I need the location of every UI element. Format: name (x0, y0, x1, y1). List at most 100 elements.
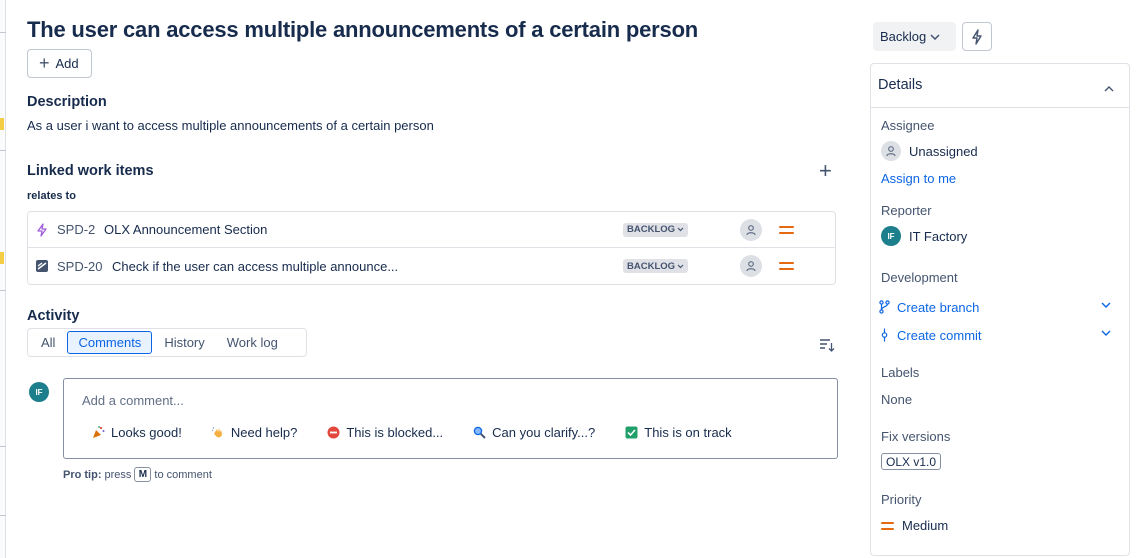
divider (0, 32, 6, 33)
quick-reply-label: This is on track (644, 425, 732, 440)
chevron-down-icon[interactable] (1101, 302, 1111, 308)
status-dropdown-label: Backlog (880, 29, 927, 44)
development-label: Development (881, 270, 958, 285)
status-dropdown[interactable]: Backlog (873, 22, 956, 51)
assignee-value: Unassigned (909, 143, 978, 159)
unassigned-avatar-icon[interactable] (740, 218, 762, 241)
details-heading: Details (878, 77, 923, 93)
fix-version-tag[interactable]: OLX v1.0 (881, 453, 942, 470)
reporter-label: Reporter (881, 203, 932, 218)
linked-item-key[interactable]: SPD-2 (57, 222, 95, 237)
activity-heading: Activity (27, 308, 80, 324)
description-text[interactable]: As a user i want to access multiple anno… (27, 118, 434, 133)
quick-reply-blocked[interactable]: This is blocked... (327, 425, 443, 440)
linked-item-row[interactable]: SPD-20 Check if the user can access mult… (28, 248, 835, 284)
pro-tip-press: press (104, 468, 132, 481)
check-box-icon (625, 426, 638, 439)
linked-item-key[interactable]: SPD-20 (57, 259, 103, 274)
sort-icon[interactable] (819, 338, 835, 357)
avatar[interactable]: IF (29, 382, 49, 402)
status-badge[interactable]: BACKLOG (623, 222, 689, 237)
chevron-down-icon (930, 33, 940, 40)
divider (0, 150, 6, 151)
quick-reply-on-track[interactable]: This is on track (625, 425, 732, 440)
quick-reply-need-help[interactable]: Need help? (211, 425, 298, 440)
background-marker (0, 252, 4, 264)
assignee-field[interactable]: Unassigned (881, 141, 978, 161)
linked-items-heading: Linked work items (27, 163, 154, 179)
pro-tip-prefix: Pro tip: (63, 468, 102, 481)
commit-icon (881, 328, 888, 342)
create-branch-button[interactable]: Create branch (879, 298, 1111, 316)
waving-hand-icon (211, 426, 225, 439)
labels-value[interactable]: None (881, 392, 912, 407)
create-commit-label: Create commit (897, 327, 982, 343)
tab-all[interactable]: All (31, 331, 65, 354)
create-commit-button[interactable]: Create commit (879, 326, 1111, 344)
divider (0, 290, 6, 291)
relation-label: relates to (27, 190, 76, 202)
add-linked-item-icon[interactable]: + (819, 160, 832, 182)
branch-icon (879, 300, 890, 314)
assignee-label: Assignee (881, 118, 935, 133)
linked-item-summary[interactable]: Check if the user can access multiple an… (112, 259, 398, 274)
unassigned-avatar-icon (881, 141, 901, 161)
chevron-down-icon[interactable] (1101, 330, 1111, 336)
priority-field[interactable]: Medium (881, 518, 948, 533)
divider (0, 446, 6, 447)
chevron-up-icon[interactable] (1104, 79, 1114, 97)
priority-medium-icon (881, 521, 894, 530)
status-badge-label: BACKLOG (627, 260, 676, 272)
reporter-value: IT Factory (909, 228, 968, 244)
labels-label: Labels (881, 365, 920, 380)
quick-replies: Looks good! Need help? This is blocked..… (92, 425, 762, 440)
epic-lightning-icon (35, 222, 49, 237)
activity-tabs: All Comments History Work log (27, 328, 307, 357)
quick-reply-label: This is blocked... (346, 425, 444, 440)
background-marker (0, 118, 4, 130)
test-icon (35, 259, 49, 273)
keyboard-key: M (134, 467, 152, 482)
comment-editor[interactable]: Add a comment... Looks good! Need help? … (63, 378, 838, 459)
automation-button[interactable] (962, 22, 992, 51)
quick-reply-label: Can you clarify...? (492, 425, 596, 440)
plus-icon: + (39, 52, 50, 73)
priority-medium-icon (779, 262, 794, 270)
priority-value: Medium (902, 518, 949, 533)
priority-label: Priority (881, 492, 922, 507)
priority-medium-icon (779, 225, 794, 234)
chevron-down-icon (677, 227, 684, 232)
fix-versions-label: Fix versions (881, 429, 951, 444)
issue-title[interactable]: The user can access multiple announcemen… (27, 17, 698, 43)
pro-tip: Pro tip: press M to comment (63, 467, 212, 482)
lightning-bolt-icon (972, 28, 982, 45)
chevron-down-icon (677, 264, 684, 268)
quick-reply-label: Need help? (230, 425, 298, 440)
comment-placeholder[interactable]: Add a comment... (82, 393, 184, 408)
issue-main-panel: The user can access multiple announcemen… (27, 0, 838, 558)
party-popper-icon (92, 426, 105, 439)
status-badge[interactable]: BACKLOG (623, 259, 689, 273)
pro-tip-suffix: to comment (154, 468, 212, 481)
quick-reply-looks-good[interactable]: Looks good! (92, 425, 182, 440)
background-page-edge (0, 0, 6, 558)
add-button[interactable]: + Add (27, 49, 92, 78)
reporter-field[interactable]: IF IT Factory (881, 226, 967, 246)
quick-reply-label: Looks good! (111, 425, 182, 440)
details-panel: Details Assignee Unassigned Assign to me… (870, 63, 1130, 556)
tab-comments[interactable]: Comments (67, 331, 153, 354)
description-heading: Description (27, 94, 107, 110)
tab-history[interactable]: History (154, 331, 214, 354)
assign-to-me-link[interactable]: Assign to me (881, 171, 956, 186)
status-badge-label: BACKLOG (627, 224, 676, 235)
divider (0, 515, 6, 516)
create-branch-label: Create branch (897, 299, 980, 315)
linked-item-summary[interactable]: OLX Announcement Section (104, 222, 267, 237)
linked-items-list: SPD-2 OLX Announcement Section BACKLOG S… (27, 211, 836, 285)
linked-item-row[interactable]: SPD-2 OLX Announcement Section BACKLOG (28, 212, 835, 248)
unassigned-avatar-icon[interactable] (740, 255, 762, 277)
tab-work-log[interactable]: Work log (217, 331, 288, 354)
magnifier-icon (473, 426, 486, 439)
quick-reply-clarify[interactable]: Can you clarify...? (473, 425, 595, 440)
details-header[interactable]: Details (871, 64, 1129, 108)
